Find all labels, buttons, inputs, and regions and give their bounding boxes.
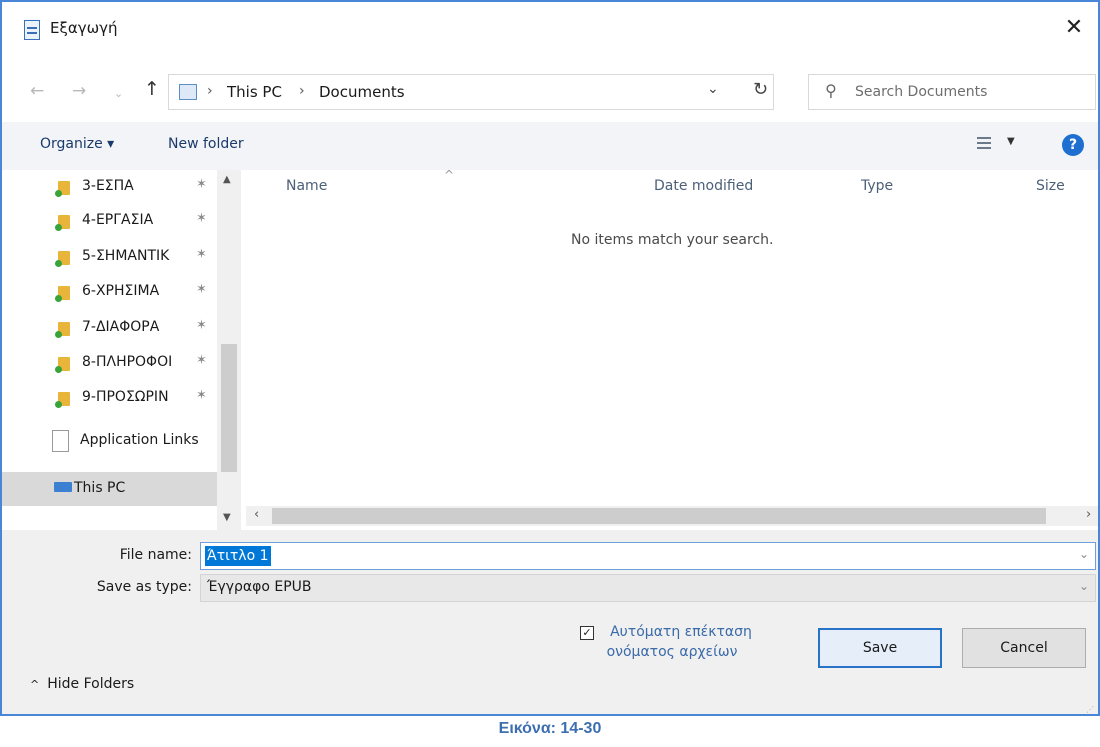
document-icon bbox=[52, 430, 69, 452]
sidebar-item-5-simantika[interactable]: 5-ΣΗΜΑΝΤΙΚ ✶ bbox=[2, 242, 217, 272]
save-type-value: Έγγραφο EPUB bbox=[207, 579, 312, 595]
view-dropdown-icon[interactable]: ▼ bbox=[1007, 136, 1015, 147]
auto-extension-line-2: ονόματος αρχείων bbox=[606, 644, 738, 660]
computer-icon bbox=[54, 482, 72, 492]
column-header-name[interactable]: Name bbox=[286, 178, 327, 194]
view-options-icon[interactable] bbox=[977, 137, 991, 151]
scroll-up-icon[interactable]: ▲ bbox=[223, 174, 231, 185]
sidebar-item-label: 8-ΠΛΗΡΟΦΟΙ bbox=[82, 354, 173, 370]
close-icon[interactable]: ✕ bbox=[1060, 14, 1088, 42]
folder-icon bbox=[55, 322, 70, 338]
folder-icon bbox=[55, 251, 70, 267]
auto-extension-line-1: Αυτόματη επέκταση bbox=[610, 624, 752, 640]
figure-caption: Εικόνα: 14-30 bbox=[498, 720, 602, 737]
scroll-right-icon[interactable]: › bbox=[1086, 507, 1091, 522]
new-folder-button[interactable]: New folder bbox=[168, 136, 244, 152]
sidebar-item-application-links[interactable]: Application Links bbox=[2, 426, 217, 456]
breadcrumb-this-pc[interactable]: This PC bbox=[227, 83, 282, 101]
hide-folders-button[interactable]: ^ Hide Folders bbox=[30, 676, 134, 692]
back-arrow-icon[interactable]: ← bbox=[30, 82, 44, 100]
up-arrow-icon[interactable]: ↑ bbox=[144, 80, 160, 99]
sidebar-item-3-espa[interactable]: 3-ΕΣΠΑ ✶ bbox=[2, 172, 217, 202]
folder-icon bbox=[55, 181, 70, 197]
file-name-field[interactable]: Άτιτλο 1 ⌄ bbox=[200, 542, 1096, 570]
cancel-button[interactable]: Cancel bbox=[962, 628, 1086, 668]
sidebar-item-6-xrisima[interactable]: 6-ΧΡΗΣΙΜΑ ✶ bbox=[2, 277, 217, 307]
clipped-sidebar-item bbox=[58, 515, 208, 521]
sidebar-item-9-prosorina[interactable]: 9-ΠΡΟΣΩΡΙΝ ✶ bbox=[2, 383, 217, 413]
sidebar-item-label: 9-ΠΡΟΣΩΡΙΝ bbox=[82, 389, 169, 405]
breadcrumb-documents[interactable]: Documents bbox=[319, 83, 405, 101]
pin-icon[interactable]: ✶ bbox=[196, 247, 207, 262]
navigation-bar: ← → ⌄ ↑ › This PC › Documents ⌄ ↻ ⚲ bbox=[2, 58, 1098, 122]
navigation-pane: 3-ΕΣΠΑ ✶ 4-ΕΡΓΑΣΙΑ ✶ 5-ΣΗΜΑΝΤΙΚ ✶ 6-ΧΡΗΣ… bbox=[2, 170, 244, 530]
this-pc-icon bbox=[179, 84, 197, 100]
pin-icon[interactable]: ✶ bbox=[196, 211, 207, 226]
forward-arrow-icon[interactable]: → bbox=[72, 82, 86, 100]
refresh-icon[interactable]: ↻ bbox=[753, 79, 768, 100]
sidebar-item-label: 4-ΕΡΓΑΣΙΑ bbox=[82, 212, 154, 228]
sidebar-item-label: 7-ΔΙΑΦΟΡΑ bbox=[82, 319, 160, 335]
folder-icon bbox=[55, 215, 70, 231]
save-dialog: Εξαγωγή ✕ ← → ⌄ ↑ › This PC › Documents … bbox=[0, 0, 1100, 716]
save-type-label: Save as type: bbox=[96, 579, 192, 595]
file-name-value[interactable]: Άτιτλο 1 bbox=[205, 546, 271, 566]
sidebar-item-label: 6-ΧΡΗΣΙΜΑ bbox=[82, 283, 160, 299]
sidebar-item-label: 5-ΣΗΜΑΝΤΙΚ bbox=[82, 248, 170, 264]
scroll-down-icon[interactable]: ▼ bbox=[223, 512, 231, 523]
file-list: Name ^ Date modified Type Size No items … bbox=[246, 168, 1098, 530]
empty-message: No items match your search. bbox=[571, 232, 774, 248]
window-title: Εξαγωγή bbox=[50, 19, 118, 37]
chevron-down-icon[interactable]: ⌄ bbox=[707, 81, 719, 97]
search-icon: ⚲ bbox=[825, 81, 837, 100]
scrollbar-thumb[interactable] bbox=[221, 344, 237, 472]
column-header-type[interactable]: Type bbox=[861, 178, 893, 194]
folder-icon bbox=[55, 357, 70, 373]
document-icon bbox=[24, 20, 40, 40]
sidebar-scrollbar[interactable]: ▲ ▼ bbox=[217, 170, 241, 530]
hide-folders-label: Hide Folders bbox=[47, 676, 135, 692]
pin-icon[interactable]: ✶ bbox=[196, 388, 207, 403]
column-header-size[interactable]: Size bbox=[1036, 178, 1065, 194]
sidebar-item-label: 3-ΕΣΠΑ bbox=[82, 178, 134, 194]
pin-icon[interactable]: ✶ bbox=[196, 282, 207, 297]
sidebar-item-this-pc[interactable]: This PC bbox=[2, 472, 217, 506]
organize-button[interactable]: Organize ▾ bbox=[40, 136, 114, 152]
save-type-select[interactable]: Έγγραφο EPUB ⌄ bbox=[200, 574, 1096, 602]
chevron-down-icon[interactable]: ⌄ bbox=[1079, 547, 1089, 561]
sidebar-item-8-pliroforiki[interactable]: 8-ΠΛΗΡΟΦΟΙ ✶ bbox=[2, 348, 217, 378]
auto-extension-label[interactable]: Αυτόματη επέκταση ονόματος αρχείων bbox=[584, 622, 760, 662]
sidebar-item-label: Application Links bbox=[80, 432, 199, 448]
folder-icon bbox=[55, 392, 70, 408]
horizontal-scrollbar[interactable]: ‹ › bbox=[246, 506, 1098, 526]
column-header-date-modified[interactable]: Date modified bbox=[654, 178, 753, 194]
command-bar: Organize ▾ New folder ▼ ? bbox=[2, 122, 1098, 170]
pin-icon[interactable]: ✶ bbox=[196, 318, 207, 333]
file-name-label: File name: bbox=[119, 547, 192, 563]
chevron-down-icon[interactable]: ⌄ bbox=[1079, 579, 1089, 593]
search-box[interactable]: ⚲ bbox=[808, 74, 1096, 110]
sidebar-item-7-diafora[interactable]: 7-ΔΙΑΦΟΡΑ ✶ bbox=[2, 313, 217, 343]
chevron-up-icon: ^ bbox=[30, 678, 40, 691]
sidebar-item-label: This PC bbox=[74, 480, 126, 496]
sort-caret-icon: ^ bbox=[444, 168, 455, 182]
pin-icon[interactable]: ✶ bbox=[196, 353, 207, 368]
sidebar-item-4-ergasia[interactable]: 4-ΕΡΓΑΣΙΑ ✶ bbox=[2, 206, 217, 236]
search-input[interactable] bbox=[855, 77, 1085, 107]
title-bar: Εξαγωγή ✕ bbox=[2, 2, 1098, 58]
scrollbar-thumb[interactable] bbox=[272, 508, 1046, 524]
pin-icon[interactable]: ✶ bbox=[196, 177, 207, 192]
chevron-right-icon: › bbox=[207, 83, 213, 99]
recent-locations-icon[interactable]: ⌄ bbox=[114, 85, 123, 103]
save-form: File name: Άτιτλο 1 ⌄ Save as type: Έγγρ… bbox=[2, 530, 1098, 714]
help-icon[interactable]: ? bbox=[1062, 134, 1084, 156]
address-bar[interactable]: › This PC › Documents ⌄ ↻ bbox=[168, 74, 774, 110]
resize-grip-icon[interactable]: ⋰ bbox=[1086, 705, 1094, 714]
folder-icon bbox=[55, 286, 70, 302]
chevron-right-icon: › bbox=[299, 83, 305, 99]
save-button[interactable]: Save bbox=[818, 628, 942, 668]
scroll-left-icon[interactable]: ‹ bbox=[254, 507, 259, 522]
